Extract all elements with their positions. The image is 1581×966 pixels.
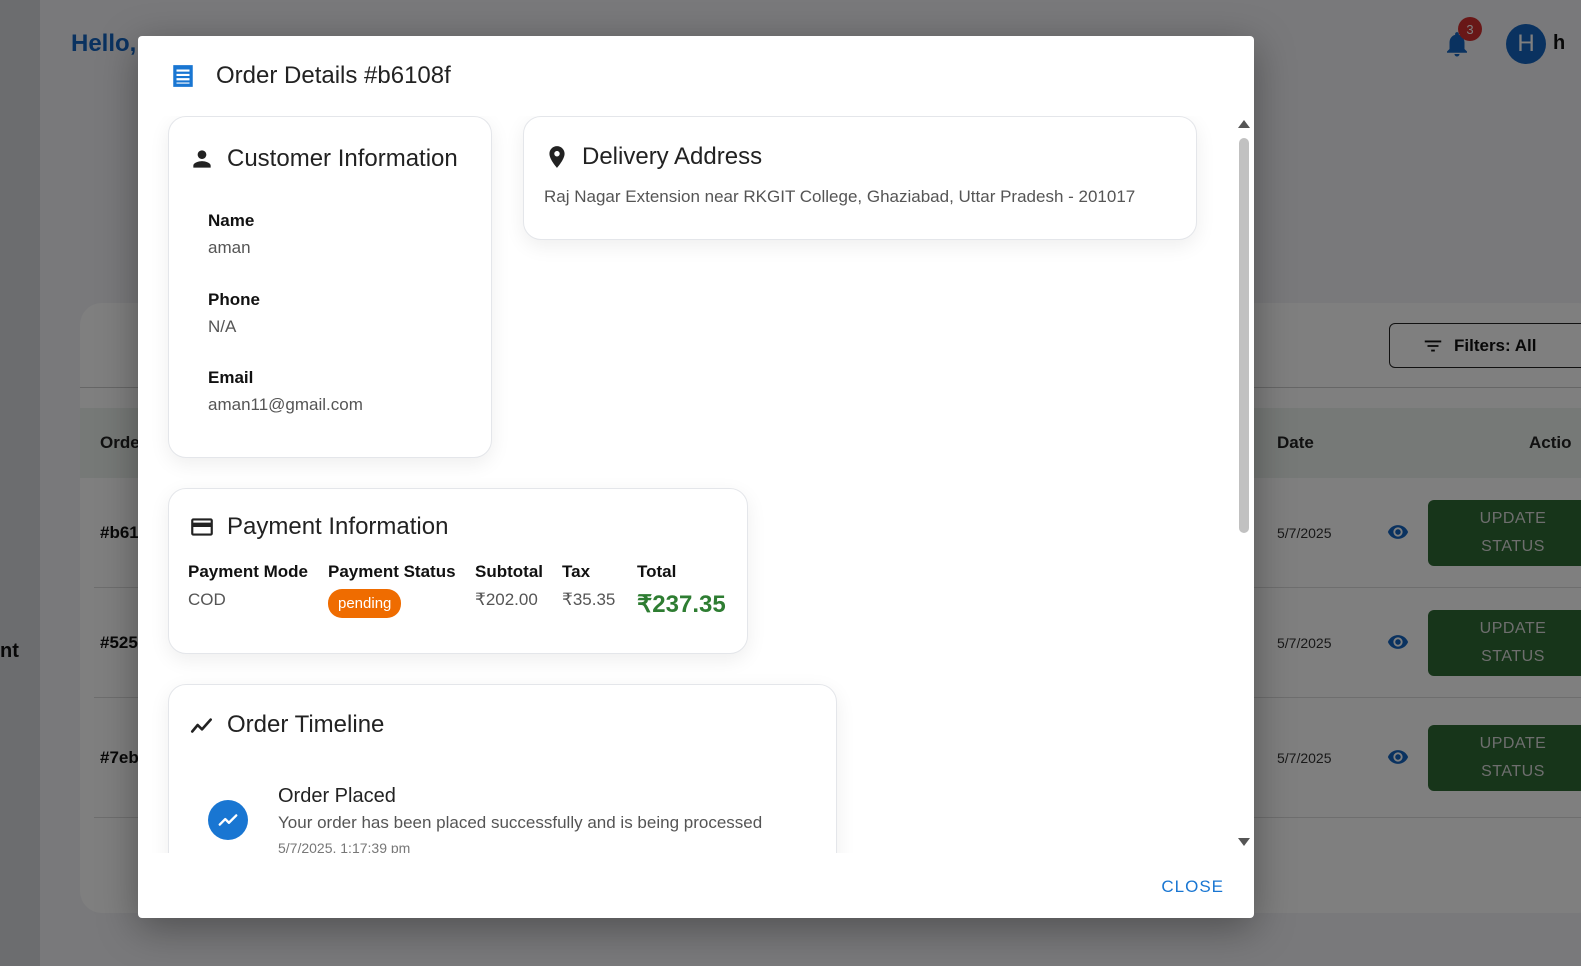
payment-mode: Payment Mode COD (188, 562, 308, 610)
person-icon (193, 150, 211, 168)
order-details-dialog: Order Details #b6108f Customer Informati… (138, 36, 1254, 918)
dialog-header: Order Details #b6108f (138, 36, 1254, 116)
customer-card-title: Customer Information (227, 145, 458, 172)
name-label: Name (208, 211, 255, 230)
tax-value: ₹35.35 (562, 590, 616, 609)
timeline-event-time: 5/7/2025, 1:17:39 pm (278, 840, 411, 853)
email-label: Email (208, 368, 254, 387)
customer-email: aman11@gmail.com (208, 395, 363, 414)
timeline-event-description: Your order has been placed successfully … (278, 813, 763, 832)
close-button[interactable]: CLOSE (1153, 873, 1232, 901)
delivery-card-title: Delivery Address (582, 143, 763, 170)
dialog-title: Order Details #b6108f (216, 62, 451, 89)
scrollbar[interactable] (1236, 116, 1252, 853)
dialog-actions: CLOSE (138, 853, 1254, 918)
delivery-address-text: Raj Nagar Extension near RKGIT College, … (544, 187, 1136, 206)
trending-up-icon (218, 814, 238, 826)
timeline-event-title: Order Placed (278, 785, 396, 807)
phone-label: Phone (208, 290, 260, 309)
payment-status: Payment Status pending (328, 562, 456, 618)
payment-status-label: Payment Status (328, 562, 456, 581)
payment-mode-value: COD (188, 590, 226, 609)
payment-subtotal: Subtotal ₹202.00 (475, 562, 543, 610)
timeline-dot-icon (208, 800, 248, 840)
order-timeline-card: Order Timeline Order Placed Your order h… (168, 684, 837, 853)
delivery-address-card: Delivery Address Raj Nagar Extension nea… (523, 116, 1197, 240)
payment-mode-label: Payment Mode (188, 562, 308, 581)
tax-label: Tax (562, 562, 591, 581)
scroll-down-arrow-icon[interactable] (1238, 838, 1250, 846)
subtotal-value: ₹202.00 (475, 590, 538, 609)
location-pin-icon (549, 146, 565, 168)
payment-total: Total ₹237.35 (637, 562, 726, 619)
payment-tax: Tax ₹35.35 (562, 562, 615, 610)
scroll-up-arrow-icon[interactable] (1238, 120, 1250, 128)
payment-information-card: Payment Information Payment Mode COD Pay… (168, 488, 748, 654)
scrollbar-thumb[interactable] (1239, 138, 1249, 533)
receipt-icon (173, 65, 193, 87)
total-label: Total (637, 562, 677, 581)
customer-phone: N/A (208, 317, 237, 336)
total-value: ₹237.35 (637, 591, 726, 618)
timeline-icon (190, 718, 212, 733)
payment-card-title: Payment Information (227, 513, 449, 540)
customer-information-card: Customer Information Name aman Phone N/A… (168, 116, 492, 458)
dialog-content[interactable]: Customer Information Name aman Phone N/A… (138, 116, 1236, 853)
credit-card-icon (191, 518, 213, 536)
subtotal-label: Subtotal (475, 562, 543, 581)
timeline-card-title: Order Timeline (227, 711, 385, 738)
customer-name: aman (208, 238, 251, 257)
status-badge: pending (328, 589, 402, 618)
